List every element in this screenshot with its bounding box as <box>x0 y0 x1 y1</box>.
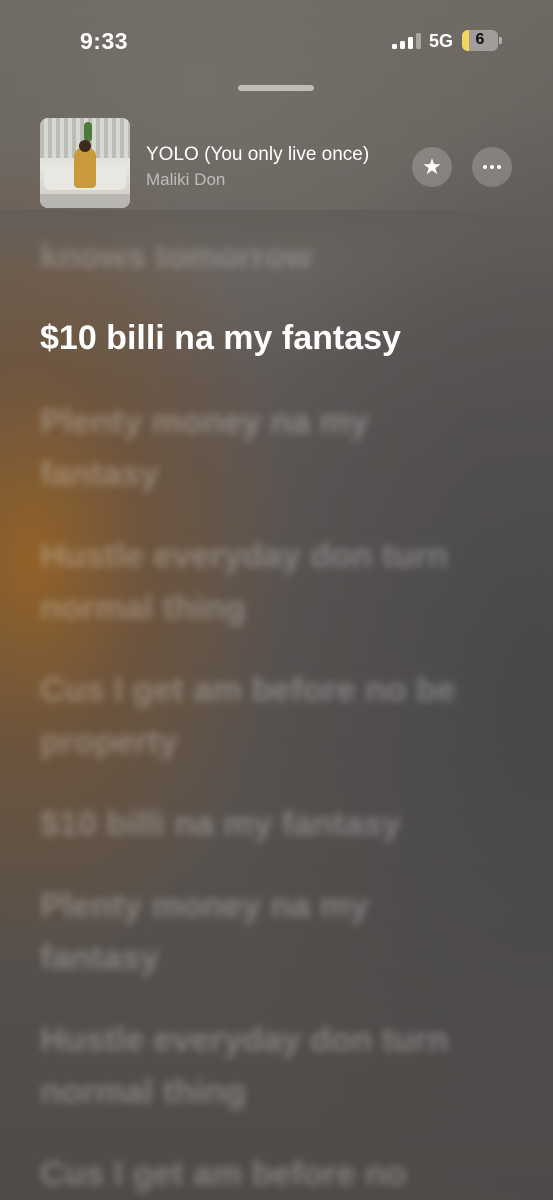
network-type: 5G <box>429 31 454 51</box>
more-options-button[interactable] <box>472 147 512 187</box>
lyric-line[interactable]: Cus I get am before no be property <box>40 664 490 768</box>
lyric-line[interactable]: Plenty money na my fantasy <box>40 880 380 984</box>
lyric-line-active[interactable]: $10 billi na my fantasy <box>40 312 500 364</box>
lyric-line[interactable]: Hustle everyday don turn normal thing <box>40 1014 460 1118</box>
battery-level: 6 <box>475 31 485 48</box>
status-bar: 9:33 5G 6 <box>0 0 553 80</box>
status-time: 9:33 <box>80 28 129 54</box>
star-icon: ★ <box>422 154 442 179</box>
battery-icon: 6 <box>462 30 502 51</box>
album-artwork[interactable] <box>40 118 130 208</box>
ellipsis-icon <box>483 165 501 169</box>
song-title[interactable]: YOLO (You only live once) <box>146 144 369 166</box>
lyric-line-previous[interactable]: knows tomorrow <box>40 230 500 282</box>
now-playing-header: YOLO (You only live once) Maliki Don ★ <box>40 118 515 210</box>
song-artist[interactable]: Maliki Don <box>146 170 225 190</box>
lyric-line[interactable]: Hustle everyday don turn normal thing <box>40 530 460 634</box>
favorite-button[interactable]: ★ <box>412 147 452 187</box>
lyric-line[interactable]: $10 billi na my fantasy <box>40 798 500 850</box>
lyric-line[interactable]: Plenty money na my fantasy <box>40 396 380 500</box>
signal-icon <box>392 33 422 49</box>
lyric-line[interactable]: Cus I get am before no <box>40 1148 490 1200</box>
sheet-grabber[interactable] <box>238 85 314 91</box>
